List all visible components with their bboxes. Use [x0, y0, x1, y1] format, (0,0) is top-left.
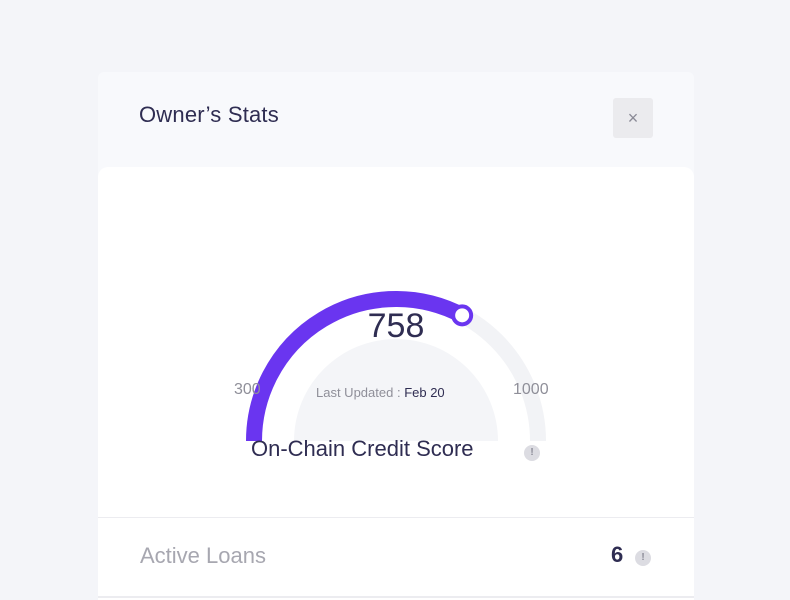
close-icon: × — [627, 108, 639, 128]
score-max-label: 1000 — [513, 381, 549, 398]
credit-score-info-icon[interactable]: ! — [524, 445, 540, 461]
close-button[interactable]: × — [613, 98, 653, 138]
score-min-label: 300 — [234, 381, 261, 398]
last-updated-label: Last Updated : — [316, 385, 401, 400]
owner-stats-modal: Owner’s Stats × 758 300 1000 Last Update… — [98, 72, 694, 600]
active-loans-value: 6 — [611, 542, 624, 567]
active-loans-row: Active Loans 6 ! — [98, 518, 694, 598]
active-loans-label: Active Loans — [140, 543, 266, 568]
active-loans-info-icon[interactable]: ! — [635, 550, 651, 566]
last-updated-date: Feb 20 — [404, 385, 445, 400]
credit-score-card: 758 300 1000 Last Updated : Feb 20 On-Ch… — [98, 167, 694, 600]
credit-score-value: 758 — [367, 307, 425, 345]
modal-header: Owner’s Stats × — [98, 72, 694, 167]
last-updated: Last Updated : Feb 20 — [316, 385, 445, 400]
credit-score-title: On-Chain Credit Score — [251, 436, 474, 461]
bottom-divider — [98, 596, 694, 598]
modal-title: Owner’s Stats — [139, 102, 279, 127]
